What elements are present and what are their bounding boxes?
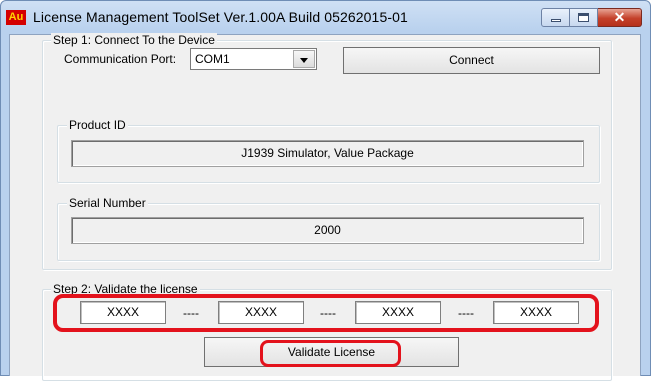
communication-port-select[interactable]: COM1 bbox=[190, 48, 317, 70]
communication-port-value: COM1 bbox=[195, 52, 230, 66]
license-key-highlight bbox=[53, 294, 599, 332]
close-button[interactable]: ✕ bbox=[598, 8, 642, 27]
maximize-button[interactable] bbox=[570, 8, 598, 27]
product-id-field: J1939 Simulator, Value Package bbox=[71, 140, 584, 167]
serial-number-value: 2000 bbox=[314, 223, 341, 237]
minimize-icon bbox=[551, 19, 561, 22]
close-icon: ✕ bbox=[613, 9, 626, 25]
communication-port-label: Communication Port: bbox=[64, 52, 177, 66]
chevron-down-icon bbox=[300, 58, 308, 63]
title-bar[interactable]: Au License Management ToolSet Ver.1.00A … bbox=[1, 1, 650, 35]
serial-number-label: Serial Number bbox=[67, 196, 148, 210]
serial-number-field: 2000 bbox=[71, 217, 584, 244]
product-id-value: J1939 Simulator, Value Package bbox=[241, 146, 414, 160]
product-id-label: Product ID bbox=[67, 118, 128, 132]
app-icon: Au bbox=[6, 10, 26, 25]
window-title: License Management ToolSet Ver.1.00A Bui… bbox=[33, 9, 408, 25]
step1-group-label: Step 1: Connect To the Device bbox=[51, 33, 217, 47]
connect-button[interactable]: Connect bbox=[343, 47, 600, 74]
minimize-button[interactable] bbox=[541, 8, 570, 27]
validate-button-highlight bbox=[260, 340, 401, 367]
dropdown-button[interactable] bbox=[293, 50, 315, 68]
maximize-icon bbox=[578, 13, 589, 22]
connect-button-label: Connect bbox=[449, 53, 494, 67]
